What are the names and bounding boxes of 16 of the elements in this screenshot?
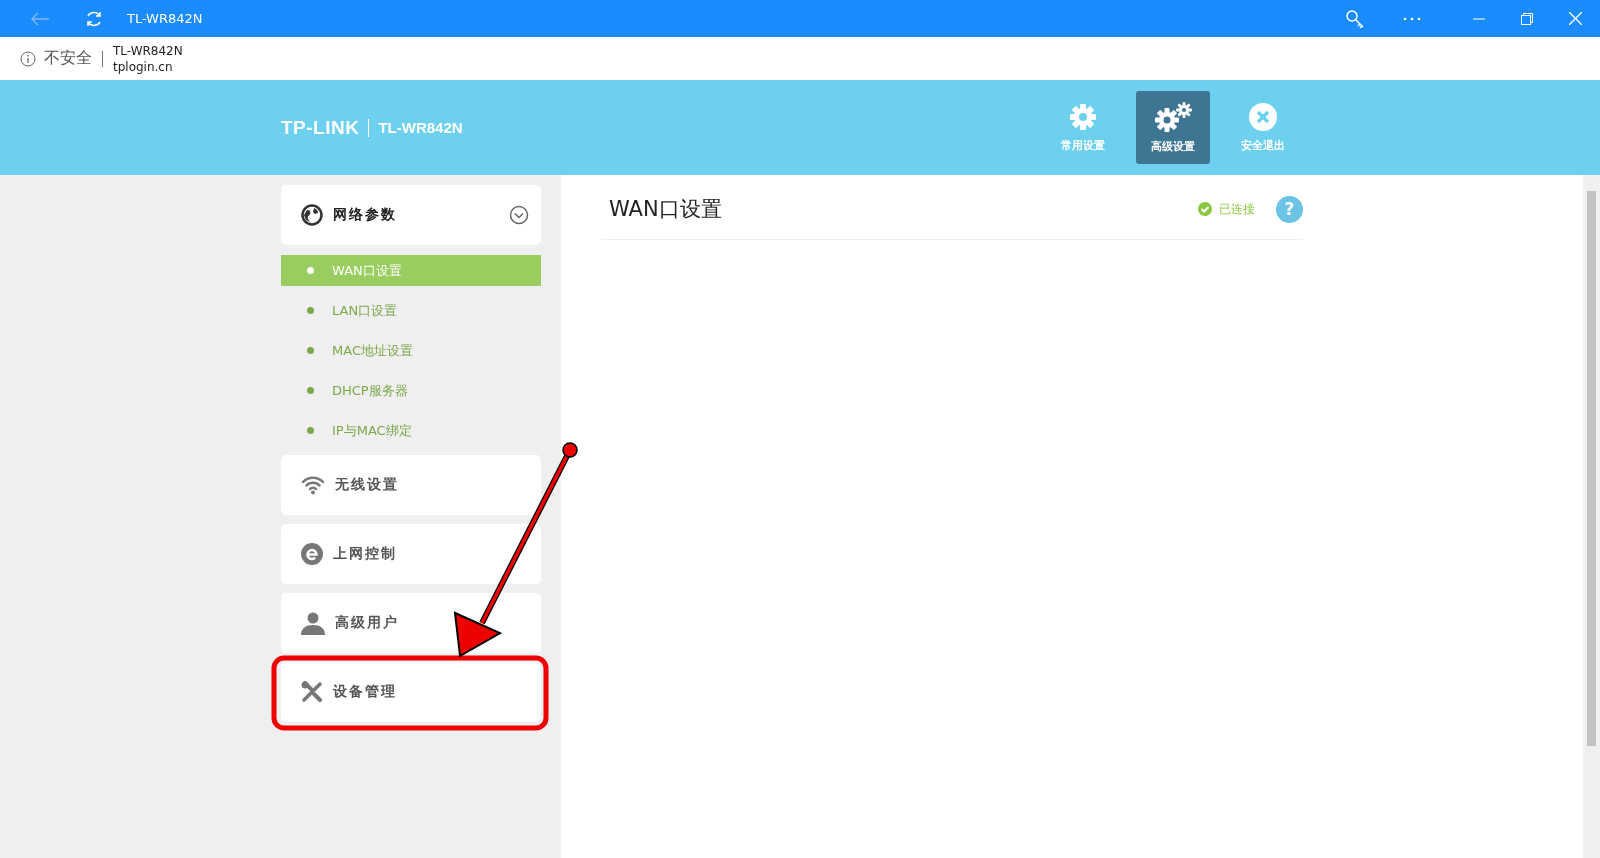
- model-name: TL-WR842N: [378, 119, 463, 136]
- page-title: WAN口设置: [609, 196, 722, 223]
- submenu-item[interactable]: LAN口设置: [281, 295, 541, 326]
- menu-card[interactable]: 设备管理: [281, 662, 541, 722]
- menu-card[interactable]: 高级用户: [281, 593, 541, 653]
- url-text[interactable]: tplogin.cn: [113, 58, 183, 75]
- menu-card[interactable]: 无线设置: [281, 455, 541, 515]
- menu-card[interactable]: 网络参数: [281, 185, 541, 245]
- nav-button[interactable]: 高级设置: [1136, 91, 1210, 164]
- tab-title: TL-WR842N: [127, 11, 203, 26]
- connection-status: 已连接: [1219, 200, 1255, 218]
- brand-logo: TP-LINK: [281, 116, 360, 139]
- site-title: TL-WR842N: [113, 42, 183, 59]
- submenu-item[interactable]: MAC地址设置: [281, 335, 541, 366]
- menu-card[interactable]: 上网控制: [281, 524, 541, 584]
- security-label[interactable]: 不安全: [44, 48, 92, 69]
